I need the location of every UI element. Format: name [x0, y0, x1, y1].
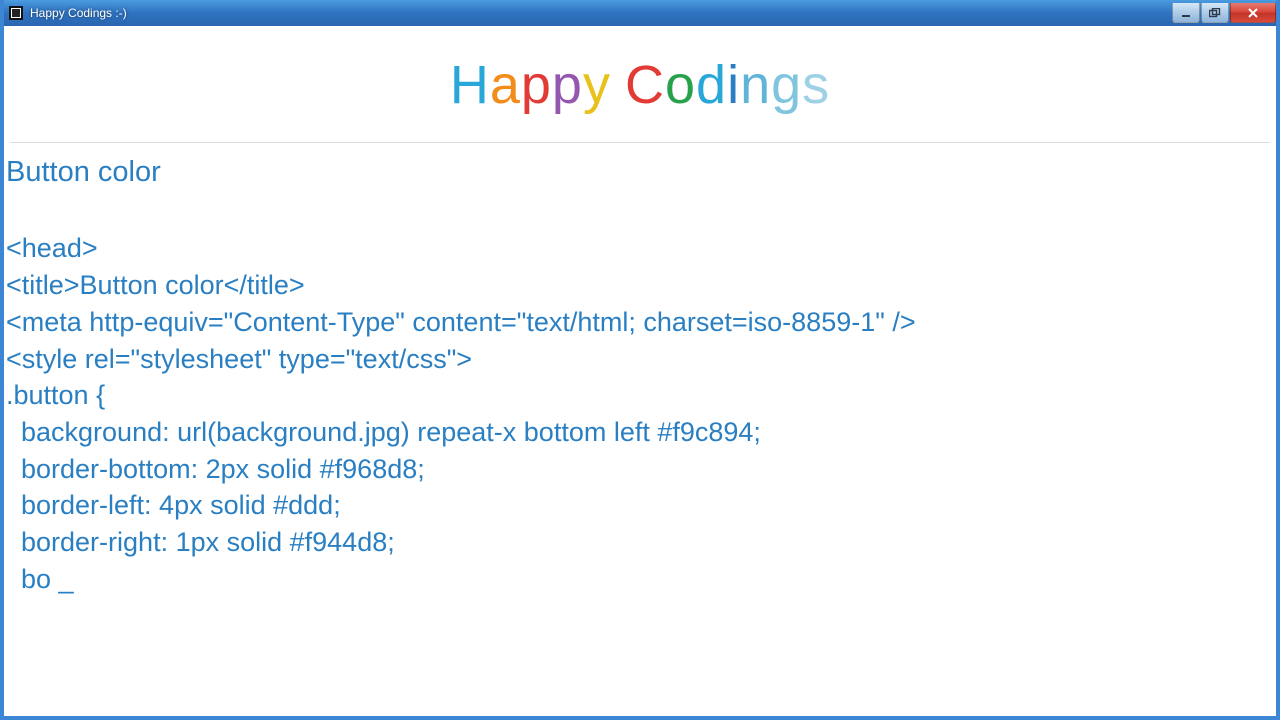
minimize-button[interactable] — [1172, 3, 1200, 23]
code-line: bo _ — [6, 561, 1274, 598]
client-area: HappyCodings Button color <head> <title>… — [4, 26, 1276, 716]
code-line: <meta http-equiv="Content-Type" content=… — [6, 304, 1274, 341]
app-icon — [8, 5, 24, 21]
logo-letter: n — [740, 54, 771, 116]
content-area: Button color <head> <title>Button color<… — [4, 143, 1276, 598]
logo-letter: g — [771, 54, 802, 116]
code-line: <title>Button color</title> — [6, 267, 1274, 304]
logo-letter: p — [552, 54, 583, 116]
code-line: <head> — [6, 230, 1274, 267]
window-controls — [1171, 3, 1276, 23]
page-title: Button color — [6, 153, 1274, 192]
logo-letter: y — [583, 54, 611, 116]
code-line: <style rel="stylesheet" type="text/css"> — [6, 341, 1274, 378]
code-line: border-left: 4px solid #ddd; — [6, 487, 1274, 524]
logo-letter: i — [727, 54, 740, 116]
logo-letter: d — [696, 54, 727, 116]
logo-letter: H — [450, 54, 490, 116]
logo-letter: C — [625, 54, 665, 116]
logo-letter: o — [665, 54, 696, 116]
logo-text: HappyCodings — [450, 54, 830, 116]
titlebar-left: Happy Codings :-) — [8, 5, 127, 21]
logo-letter: a — [490, 54, 521, 116]
window-title: Happy Codings :-) — [30, 6, 127, 20]
titlebar[interactable]: Happy Codings :-) — [4, 0, 1276, 26]
close-button[interactable] — [1230, 3, 1276, 23]
logo-area: HappyCodings — [10, 26, 1270, 143]
code-line: border-right: 1px solid #f944d8; — [6, 524, 1274, 561]
logo-letter: p — [521, 54, 552, 116]
maximize-button[interactable] — [1201, 3, 1229, 23]
window-frame: Happy Codings :-) HappyCod — [0, 0, 1280, 720]
logo-letter: s — [802, 54, 830, 116]
code-line: border-bottom: 2px solid #f968d8; — [6, 451, 1274, 488]
code-line: .button { — [6, 377, 1274, 414]
code-line: background: url(background.jpg) repeat-x… — [6, 414, 1274, 451]
